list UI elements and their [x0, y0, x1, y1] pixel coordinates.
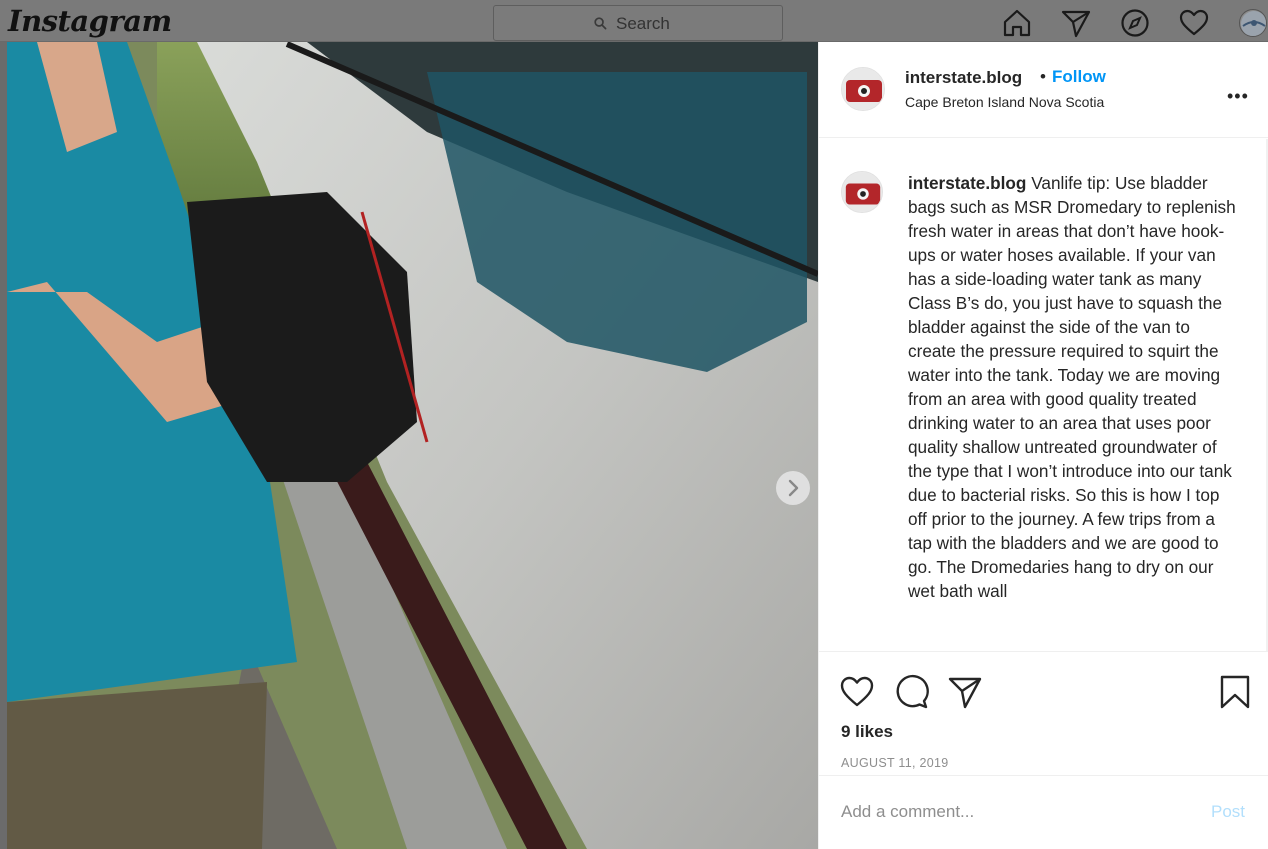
post-date[interactable]: AUGUST 11, 2019 [841, 756, 949, 770]
post-comment-button[interactable]: Post [1211, 802, 1245, 822]
comment-section: Post [819, 775, 1268, 849]
caption-author-avatar[interactable] [841, 171, 883, 213]
caption-username[interactable]: interstate.blog [908, 173, 1026, 193]
instagram-logo[interactable]: Instagram [8, 4, 172, 38]
post-photo-illustration [7, 42, 818, 849]
post-header: interstate.blog • Follow Cape Breton Isl… [819, 42, 1268, 138]
save-bookmark-icon[interactable] [1217, 674, 1253, 710]
caption-avatar-icon [842, 172, 882, 212]
explore-icon[interactable] [1120, 8, 1150, 38]
search-icon [594, 17, 607, 30]
header-separator: • [1040, 67, 1046, 86]
home-icon[interactable] [1002, 8, 1032, 38]
post-details-panel: interstate.blog • Follow Cape Breton Isl… [818, 42, 1268, 849]
caption-text: Vanlife tip: Use bladder bags such as MS… [908, 173, 1236, 601]
next-image-button[interactable] [776, 471, 810, 505]
author-avatar[interactable] [841, 67, 885, 111]
post-image[interactable] [7, 42, 818, 849]
profile-avatar[interactable] [1239, 9, 1267, 37]
follow-button[interactable]: Follow [1052, 67, 1106, 87]
search-box[interactable]: Search [493, 5, 783, 41]
more-options-icon[interactable]: ••• [1227, 86, 1249, 107]
search-placeholder: Search [616, 14, 670, 33]
post-actions: 9 likes AUGUST 11, 2019 [819, 651, 1268, 775]
comment-icon[interactable] [893, 674, 929, 710]
top-navigation-bar: Instagram Search [0, 0, 1268, 42]
author-avatar-icon [842, 68, 884, 110]
comment-input[interactable] [841, 802, 1171, 822]
activity-heart-icon[interactable] [1179, 8, 1209, 38]
post-caption: interstate.blog Vanlife tip: Use bladder… [908, 171, 1238, 603]
profile-avatar-icon [1241, 11, 1266, 36]
direct-icon[interactable] [1061, 8, 1091, 38]
likes-count[interactable]: 9 likes [841, 722, 893, 742]
caption-scroll-area[interactable]: interstate.blog Vanlife tip: Use bladder… [819, 139, 1268, 651]
chevron-right-icon [788, 479, 799, 497]
like-heart-icon[interactable] [839, 674, 875, 710]
share-icon[interactable] [947, 674, 983, 710]
post-location[interactable]: Cape Breton Island Nova Scotia [905, 94, 1104, 110]
author-username[interactable]: interstate.blog [905, 68, 1022, 88]
